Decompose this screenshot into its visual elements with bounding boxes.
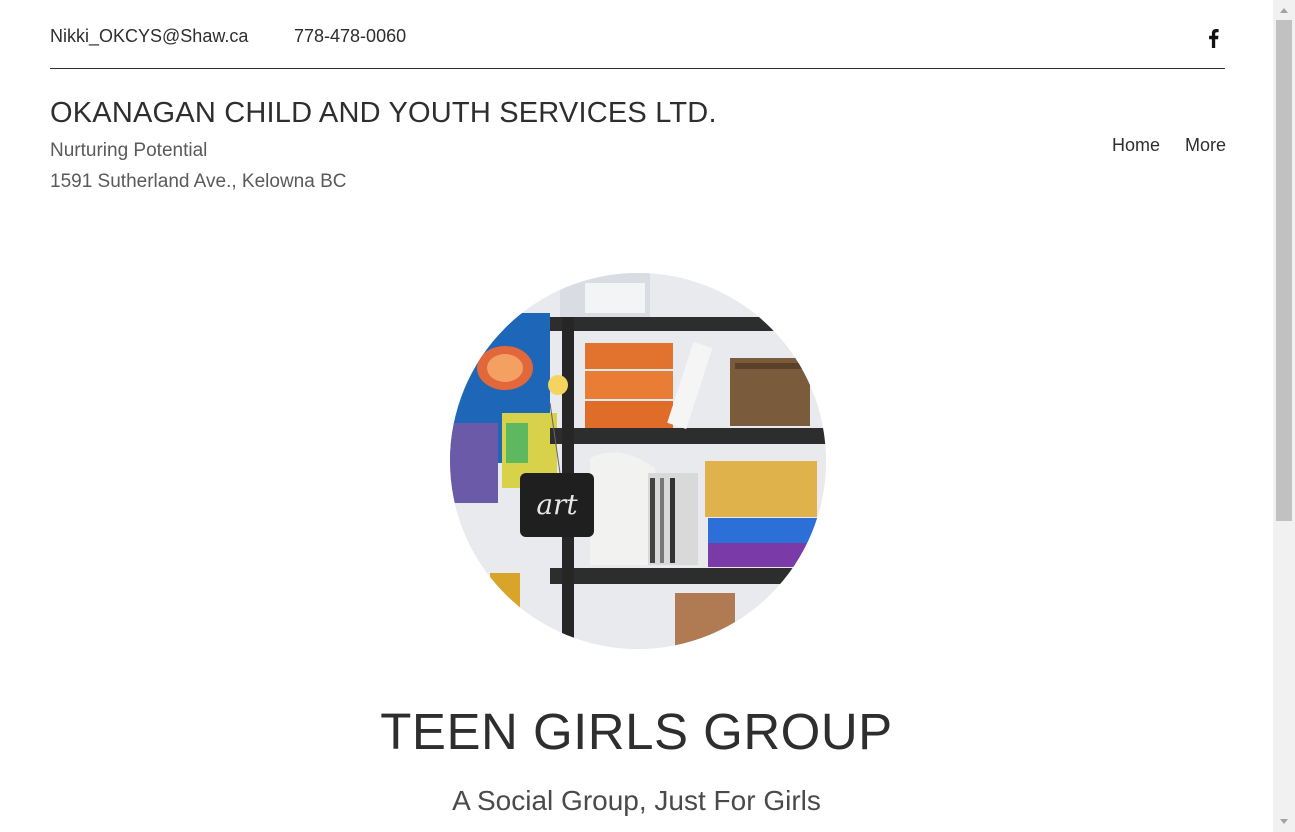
contact-bar: Nikki_OKCYS@Shaw.ca 778-478-0060: [50, 26, 1225, 50]
page-subheadline: A Social Group, Just For Girls: [452, 785, 821, 816]
art-sign-text: art: [536, 488, 578, 521]
vertical-scrollbar[interactable]: [1273, 0, 1295, 832]
header-divider: [50, 68, 1225, 69]
facebook-icon[interactable]: [1205, 26, 1221, 50]
site-address: 1591 Sutherland Ave., Kelowna BC: [50, 171, 347, 192]
chevron-down-icon: [1280, 819, 1288, 824]
main-nav: Home More: [1112, 135, 1226, 156]
nav-more[interactable]: More: [1185, 135, 1226, 156]
scrollbar-thumb[interactable]: [1276, 20, 1292, 521]
scroll-up-button[interactable]: [1273, 0, 1295, 20]
chevron-up-icon: [1280, 8, 1288, 13]
phone-number[interactable]: 778-478-0060: [294, 26, 406, 47]
page-headline: TEEN GIRLS GROUP: [380, 703, 893, 760]
site-tagline: Nurturing Potential: [50, 140, 208, 161]
scroll-down-button[interactable]: [1273, 812, 1295, 832]
site-title[interactable]: OKANAGAN CHILD AND YOUTH SERVICES LTD.: [50, 97, 717, 130]
hero-image: art: [450, 273, 826, 649]
email-link[interactable]: Nikki_OKCYS@Shaw.ca: [50, 26, 248, 47]
nav-home[interactable]: Home: [1112, 135, 1160, 156]
